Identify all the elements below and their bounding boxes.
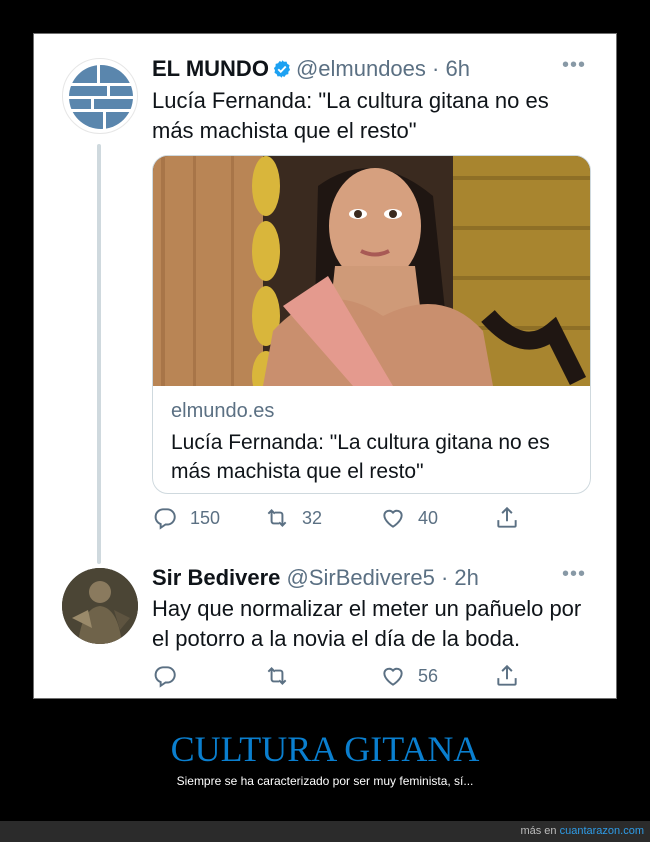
sir-bedivere-avatar[interactable]	[62, 568, 138, 644]
tweet2-header: Sir Bedivere @SirBedivere5 · 2h	[152, 565, 479, 591]
like-icon	[383, 667, 403, 686]
more-icon[interactable]: •••	[562, 54, 586, 77]
tweet2-author-name[interactable]: Sir Bedivere	[152, 565, 280, 590]
retweet-count: 32	[302, 507, 323, 528]
tweet1-actions: 150 32 40	[152, 505, 572, 535]
caption-subtitle: Siempre se ha caracterizado por ser muy …	[176, 774, 474, 788]
more-icon[interactable]: •••	[562, 563, 586, 586]
reply-button[interactable]	[152, 663, 190, 689]
dot-separator: ·	[434, 565, 455, 590]
link-card[interactable]: elmundo.es Lucía Fernanda: "La cultura g…	[152, 155, 591, 494]
thread-line	[97, 144, 101, 564]
reply-icon	[154, 508, 176, 530]
footer-link[interactable]: cuantarazon.com	[560, 825, 644, 837]
like-button[interactable]: 56	[380, 663, 438, 689]
footer-prefix: más en	[520, 825, 557, 837]
tweet1-author-name[interactable]: EL MUNDO	[152, 56, 269, 81]
share-button[interactable]	[494, 663, 532, 689]
reply-button[interactable]: 150	[152, 505, 220, 531]
screenshot-frame: EL MUNDO @elmundoes · 6h ••• Lucía Fernan…	[33, 33, 617, 699]
verified-icon	[272, 59, 292, 85]
tweet1-header: EL MUNDO @elmundoes · 6h	[152, 56, 470, 85]
like-count: 40	[418, 507, 439, 528]
retweet-button[interactable]: 32	[264, 505, 322, 531]
like-count: 56	[418, 665, 439, 686]
tweet1-text: Lucía Fernanda: "La cultura gitana no es…	[152, 88, 549, 143]
el-mundo-logo	[67, 63, 135, 132]
share-icon	[497, 664, 517, 686]
reply-count: 150	[190, 507, 221, 528]
tweet2-time[interactable]: 2h	[454, 565, 478, 590]
retweet-icon	[267, 509, 287, 527]
knight-avatar-image	[62, 568, 138, 644]
dot-separator: ·	[425, 56, 446, 81]
card-domain: elmundo.es	[171, 400, 275, 422]
like-icon	[383, 509, 403, 528]
share-icon	[497, 506, 517, 528]
like-button[interactable]: 40	[380, 505, 438, 531]
card-title: Lucía Fernanda: "La cultura gitana no es…	[171, 431, 550, 483]
tweet2-handle[interactable]: @SirBedivere5	[287, 565, 435, 590]
tweet1-handle[interactable]: @elmundoes	[296, 56, 426, 81]
tweet1-time[interactable]: 6h	[445, 56, 469, 81]
retweet-icon	[267, 667, 287, 685]
footer-text: más en cuantarazon.com	[520, 825, 644, 837]
reply-icon	[154, 666, 176, 688]
tweet2-text: Hay que normalizar el meter un pañuelo p…	[152, 596, 582, 651]
retweet-button[interactable]	[264, 663, 302, 689]
el-mundo-avatar[interactable]	[62, 58, 138, 134]
tweet2-actions: 56	[152, 663, 572, 693]
caption-title: CULTURA GITANA	[170, 729, 480, 769]
share-button[interactable]	[494, 505, 532, 531]
article-photo	[153, 156, 590, 386]
footer-bar: más en cuantarazon.com	[0, 821, 650, 842]
